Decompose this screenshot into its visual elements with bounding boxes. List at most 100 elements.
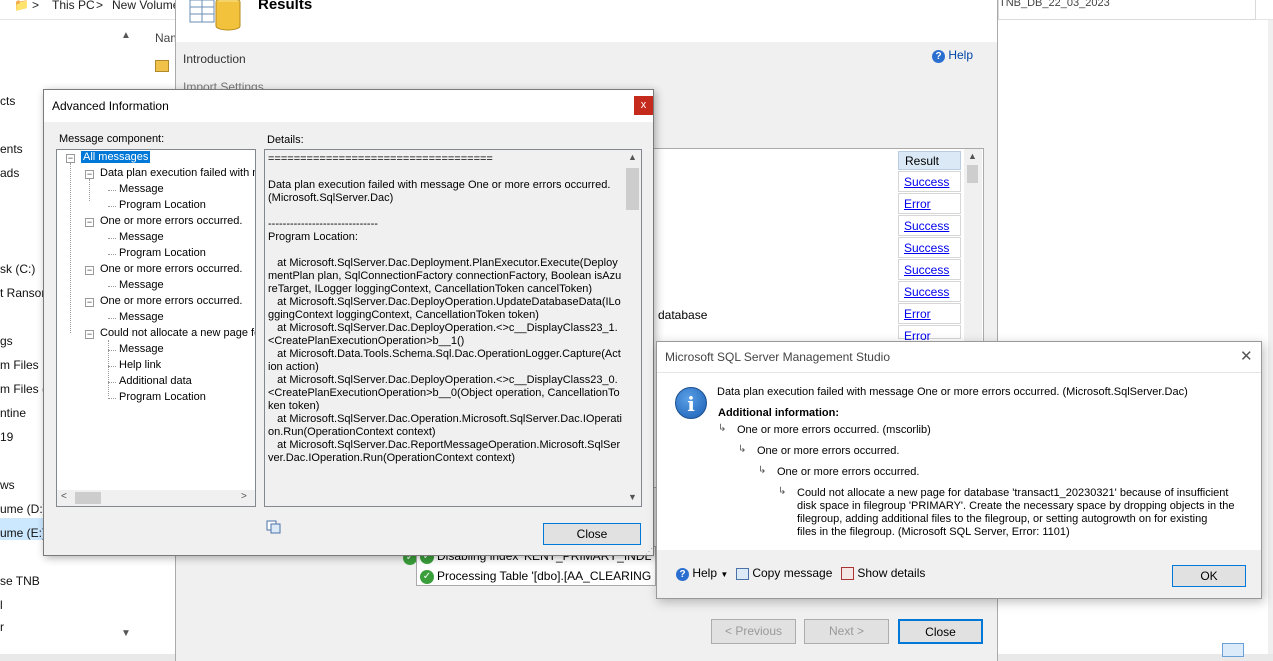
copy-icon[interactable] bbox=[266, 520, 282, 534]
nav-item[interactable]: ads bbox=[0, 166, 19, 180]
details-view-icon[interactable] bbox=[1222, 643, 1244, 657]
scroll-thumb[interactable] bbox=[967, 165, 978, 183]
close-icon[interactable]: ✕ bbox=[1240, 347, 1253, 365]
nav-item[interactable]: l bbox=[0, 598, 3, 612]
copy-message-label: Copy message bbox=[752, 566, 833, 580]
inner-message-3: One or more errors occurred. bbox=[777, 466, 920, 478]
tree-node[interactable]: Additional data bbox=[119, 375, 192, 387]
ok-button[interactable]: OK bbox=[1172, 565, 1246, 587]
tree-line bbox=[108, 190, 116, 191]
scroll-up-icon[interactable]: ▲ bbox=[121, 30, 131, 41]
next-button[interactable]: Next > bbox=[804, 619, 889, 644]
nav-item[interactable]: ume (E:) bbox=[0, 526, 46, 540]
inner-message-4-line-4: files in the filegroup. (Microsoft SQL S… bbox=[797, 526, 1070, 538]
tree-node[interactable]: One or more errors occurred. bbox=[100, 295, 242, 307]
help-icon: ? bbox=[676, 568, 689, 581]
inner-message-4-line-3: filegroup, adding additional files to th… bbox=[797, 513, 1208, 525]
tree-node[interactable]: Program Location bbox=[119, 247, 206, 259]
scroll-up-icon[interactable]: ▲ bbox=[628, 152, 637, 162]
wizard-close-button[interactable]: Close bbox=[898, 619, 983, 644]
nav-item[interactable]: m Files ( bbox=[0, 382, 46, 396]
tree-node[interactable]: Message bbox=[119, 183, 164, 195]
tree-line bbox=[108, 286, 116, 287]
close-button[interactable]: Close bbox=[543, 523, 641, 545]
scroll-thumb[interactable] bbox=[626, 168, 639, 210]
right-scrollbar[interactable] bbox=[1268, 20, 1273, 660]
details-scrollbar[interactable]: ▲ ▼ bbox=[624, 150, 641, 506]
tree-node[interactable]: Help link bbox=[119, 359, 161, 371]
previous-button[interactable]: < Previous bbox=[711, 619, 796, 644]
result-link[interactable]: Success bbox=[898, 171, 961, 192]
tree-node[interactable]: Message bbox=[119, 311, 164, 323]
step-introduction[interactable]: Introduction bbox=[183, 52, 246, 66]
show-details-label: Show details bbox=[857, 566, 926, 580]
inner-message-2: One or more errors occurred. bbox=[757, 445, 900, 457]
help-dropdown[interactable]: ? Help ▼ bbox=[676, 566, 728, 581]
result-link[interactable]: Success bbox=[898, 237, 961, 258]
wizard-header: Results bbox=[176, 0, 997, 42]
collapse-icon[interactable]: − bbox=[85, 170, 94, 179]
scroll-up-icon[interactable]: ▲ bbox=[968, 151, 977, 161]
nav-item[interactable]: ntine bbox=[0, 406, 26, 420]
scroll-left-icon[interactable]: < bbox=[61, 491, 67, 502]
action-text: database bbox=[658, 308, 708, 322]
tree-node[interactable]: Message bbox=[119, 343, 164, 355]
result-link[interactable]: Success bbox=[898, 215, 961, 236]
nav-item[interactable]: gs bbox=[0, 334, 13, 348]
tree-node-root[interactable]: All messages bbox=[81, 151, 151, 163]
scroll-down-icon[interactable]: ▼ bbox=[121, 628, 131, 639]
tree-node[interactable]: Message bbox=[119, 279, 164, 291]
tree-line bbox=[89, 179, 90, 201]
breadcrumb-new-volume[interactable]: New Volume bbox=[112, 0, 179, 12]
result-link[interactable]: Success bbox=[898, 281, 961, 302]
show-details-button[interactable]: Show details bbox=[841, 566, 926, 581]
tree-node[interactable]: Data plan execution failed with m bbox=[100, 167, 255, 179]
breadcrumb-separator: > bbox=[96, 0, 104, 12]
tree-node[interactable]: Message bbox=[119, 231, 164, 243]
nav-item[interactable]: r bbox=[0, 620, 4, 634]
resize-grip-icon[interactable]: ⋰ bbox=[645, 547, 653, 556]
tree-node[interactable]: Could not allocate a new page fo bbox=[100, 327, 255, 339]
nav-item[interactable]: ws bbox=[0, 478, 15, 492]
tree-line bbox=[108, 382, 116, 383]
close-icon[interactable]: x bbox=[634, 96, 653, 115]
tree-node[interactable]: One or more errors occurred. bbox=[100, 215, 242, 227]
nav-item[interactable]: sk (C:) bbox=[0, 262, 35, 276]
folder-icon: 📁 bbox=[14, 0, 29, 12]
collapse-icon[interactable]: − bbox=[85, 330, 94, 339]
tree-node[interactable]: Program Location bbox=[119, 391, 206, 403]
tree-line bbox=[108, 206, 116, 207]
help-link[interactable]: ? Help bbox=[932, 48, 973, 63]
collapse-icon[interactable]: − bbox=[85, 266, 94, 275]
nav-item[interactable]: 19 bbox=[0, 430, 13, 444]
nav-item[interactable]: cts bbox=[0, 94, 15, 108]
collapse-icon[interactable]: − bbox=[66, 154, 75, 163]
dialog-title: Microsoft SQL Server Management Studio bbox=[665, 350, 890, 364]
scroll-down-icon[interactable]: ▼ bbox=[628, 492, 637, 502]
details-textbox[interactable]: =================================== Data… bbox=[264, 149, 642, 507]
result-column-header[interactable]: Result bbox=[898, 151, 961, 170]
arrow-icon: ↳ bbox=[778, 486, 787, 497]
arrow-icon: ↳ bbox=[718, 423, 727, 434]
collapse-icon[interactable]: − bbox=[85, 298, 94, 307]
ssms-error-dialog: Microsoft SQL Server Management Studio ✕… bbox=[656, 341, 1262, 599]
scroll-thumb[interactable] bbox=[75, 492, 101, 504]
tree-horizontal-scrollbar[interactable]: < > bbox=[57, 490, 255, 506]
collapse-icon[interactable]: − bbox=[85, 218, 94, 227]
tree-node[interactable]: One or more errors occurred. bbox=[100, 263, 242, 275]
nav-item[interactable]: ents bbox=[0, 142, 23, 156]
result-link[interactable]: Error bbox=[898, 193, 961, 214]
breadcrumb-this-pc[interactable]: This PC bbox=[52, 0, 95, 12]
nav-item[interactable]: se TNB bbox=[0, 574, 40, 588]
nav-item[interactable]: ume (D:) bbox=[0, 502, 47, 516]
inner-message-4-line-1: Could not allocate a new page for databa… bbox=[797, 487, 1229, 499]
copy-message-button[interactable]: Copy message bbox=[736, 566, 832, 580]
result-link[interactable]: Error bbox=[898, 325, 961, 343]
scroll-right-icon[interactable]: > bbox=[241, 491, 247, 502]
result-link[interactable]: Success bbox=[898, 259, 961, 280]
tree-node[interactable]: Program Location bbox=[119, 199, 206, 211]
nav-item[interactable]: m Files bbox=[0, 358, 39, 372]
action-row: ✓ Processing Table '[dbo].[AA_CLEARING]'… bbox=[417, 567, 651, 585]
result-link[interactable]: Error bbox=[898, 303, 961, 324]
dialog-titlebar: Advanced Information x bbox=[44, 90, 653, 122]
